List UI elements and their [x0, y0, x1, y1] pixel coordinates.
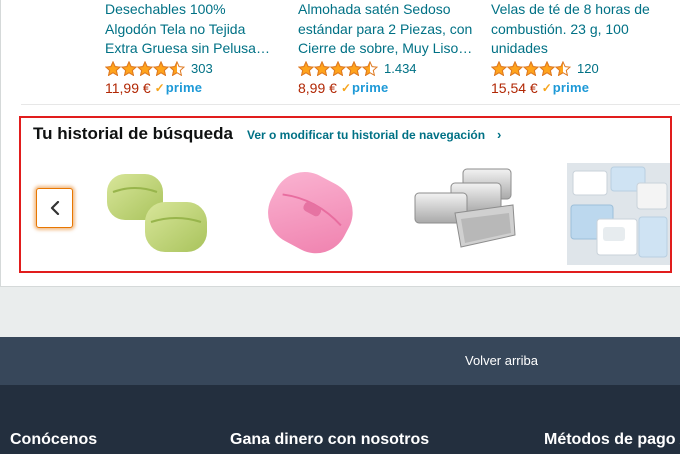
- star-rating[interactable]: [490, 60, 572, 77]
- green-soap-boxes-image: [107, 174, 207, 252]
- star-icon: [538, 60, 556, 77]
- product-item[interactable]: Almohada satén Sedoso estándar para 2 Pi…: [297, 0, 483, 96]
- soap-boxes-set-image: [567, 163, 670, 265]
- star-icon: [329, 60, 347, 77]
- star-icon: [554, 60, 572, 77]
- product-title-line: Desechables 100%: [105, 1, 226, 17]
- rating-row: 1.434: [297, 60, 483, 78]
- review-count-link[interactable]: 303: [191, 61, 213, 76]
- history-item-soap-boxes-set[interactable]: [567, 163, 670, 265]
- footer-heading: Gana dinero con nosotros: [230, 431, 430, 448]
- carousel-prev-button[interactable]: [36, 188, 73, 228]
- star-icon: [361, 60, 379, 77]
- history-item-green-soap-boxes[interactable]: [103, 168, 213, 258]
- star-icon: [297, 60, 315, 77]
- product-title-line: Algodón Tela no Tejida: [105, 20, 246, 37]
- product-carousel-card: Desechables 100% Algodón Tela no Tejida …: [0, 0, 680, 287]
- section-divider: [21, 104, 680, 105]
- product-title-line: estándar para 2 Piezas, con: [298, 20, 473, 37]
- rating-row: 303: [104, 60, 290, 78]
- review-count-link[interactable]: 1.434: [384, 61, 417, 76]
- star-icon: [345, 60, 363, 77]
- footer-heading: Métodos de pago A: [544, 431, 680, 448]
- star-icon: [168, 60, 186, 77]
- product-title-link[interactable]: Desechables 100% Algodón Tela no Tejida …: [105, 0, 290, 59]
- star-icon: [152, 60, 170, 77]
- star-rating[interactable]: [104, 60, 186, 77]
- rating-row: 120: [490, 60, 676, 78]
- prime-badge: ✓ prime: [341, 80, 388, 95]
- star-rating[interactable]: [297, 60, 379, 77]
- back-to-top-link[interactable]: Volver arriba: [465, 353, 538, 368]
- search-history-section: Tu historial de búsqueda Ver o modificar…: [19, 116, 672, 273]
- star-icon: [490, 60, 508, 77]
- price: 15,54 €: [491, 79, 538, 96]
- product-title-link[interactable]: Almohada satén Sedoso estándar para 2 Pi…: [298, 0, 483, 59]
- chevron-left-icon: [50, 201, 59, 215]
- star-icon: [313, 60, 331, 77]
- star-icon: [120, 60, 138, 77]
- prime-badge: ✓ prime: [542, 80, 589, 95]
- star-icon: [136, 60, 154, 77]
- product-title-line: Velas de té de 8 horas de: [491, 1, 650, 17]
- star-icon: [522, 60, 540, 77]
- product-title-link[interactable]: Velas de té de 8 horas de combustión. 23…: [491, 0, 676, 59]
- pink-soap-box-image: [268, 171, 353, 254]
- silver-tin-boxes-image: [414, 168, 516, 248]
- prime-label: prime: [352, 80, 389, 95]
- history-item-pink-soap-box[interactable]: [257, 163, 362, 263]
- prime-check-icon: ✓: [541, 80, 552, 95]
- prime-label: prime: [552, 80, 590, 95]
- edit-history-link[interactable]: Ver o modificar tu historial de navegaci…: [247, 128, 485, 142]
- product-title-line: unidades: [491, 40, 548, 56]
- star-icon: [104, 60, 122, 77]
- price-row: 11,99 € ✓ prime: [105, 80, 290, 96]
- history-item-silver-tin-boxes[interactable]: [411, 163, 521, 263]
- product-title-line: Extra Gruesa sin Pelusa…: [105, 40, 270, 56]
- star-icon: [506, 60, 524, 77]
- prime-check-icon: ✓: [340, 80, 351, 95]
- search-history-title: Tu historial de búsqueda: [33, 124, 233, 143]
- product-title-line: Cierre de sobre, Muy Liso…: [298, 40, 473, 56]
- prime-badge: ✓ prime: [155, 80, 202, 95]
- prime-label: prime: [165, 80, 203, 95]
- product-item[interactable]: Velas de té de 8 horas de combustión. 23…: [490, 0, 676, 96]
- price: 11,99 €: [105, 79, 151, 96]
- prime-check-icon: ✓: [154, 80, 165, 95]
- review-count-link[interactable]: 120: [577, 61, 599, 76]
- footer-heading: Conócenos: [10, 431, 98, 448]
- footer: Conócenos Gana dinero con nosotros Métod…: [0, 385, 680, 454]
- product-item[interactable]: Desechables 100% Algodón Tela no Tejida …: [104, 0, 290, 96]
- price-row: 8,99 € ✓ prime: [298, 80, 483, 96]
- chevron-right-icon[interactable]: ›: [497, 127, 501, 142]
- price: 8,99 €: [298, 79, 337, 96]
- product-title-line: Almohada satén Sedoso: [298, 1, 451, 17]
- price-row: 15,54 € ✓ prime: [491, 80, 676, 96]
- back-to-top-bar[interactable]: Volver arriba: [0, 337, 680, 385]
- product-title-line: combustión. 23 g, 100: [491, 20, 629, 37]
